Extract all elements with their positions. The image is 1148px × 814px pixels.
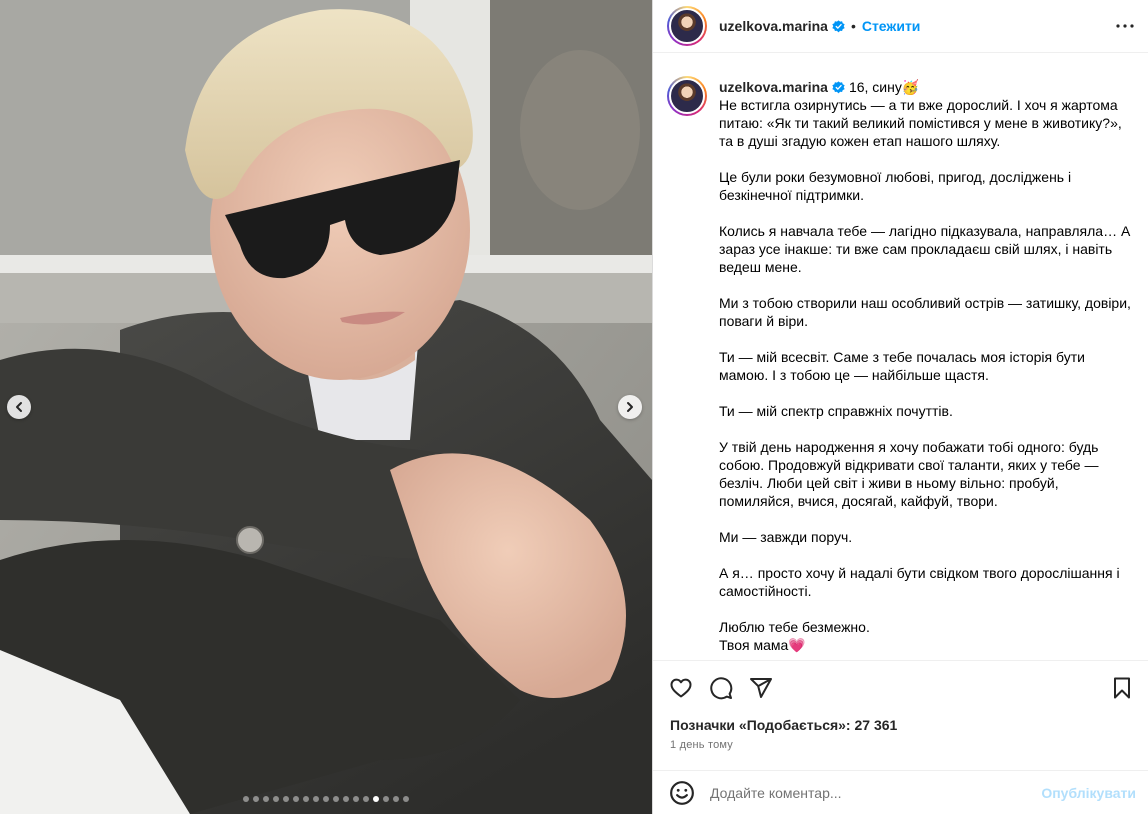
post-media[interactable] — [0, 0, 652, 814]
caption-username[interactable]: uzelkova.marina — [719, 79, 828, 95]
post-side-panel: uzelkova.marina • Стежити uzelkova.marin… — [652, 0, 1148, 814]
carousel-dot — [243, 796, 249, 802]
chevron-left-icon — [16, 402, 22, 412]
caption-paragraph: Не встигла озирнутись — а ти вже доросли… — [719, 97, 1122, 149]
carousel-dot — [313, 796, 319, 802]
heart-icon[interactable] — [669, 676, 693, 700]
caption-paragraph: У твій день народження я хочу побажати т… — [719, 439, 1099, 509]
caption-paragraph: Ти — мій спектр справжніх почуттів. — [719, 403, 953, 419]
comment-bar: Опублікувати — [653, 770, 1148, 814]
carousel-dot — [353, 796, 359, 802]
carousel-dot — [373, 796, 379, 802]
carousel-dot — [293, 796, 299, 802]
caption-paragraph: Ми — завжди поруч. — [719, 529, 853, 545]
more-horizontal-icon[interactable] — [1116, 24, 1134, 28]
chevron-right-icon — [627, 402, 633, 412]
carousel-dot — [343, 796, 349, 802]
carousel-dot — [303, 796, 309, 802]
carousel-dot — [283, 796, 289, 802]
post-comment-button[interactable]: Опублікувати — [1041, 785, 1136, 801]
carousel-dot — [263, 796, 269, 802]
carousel-dot — [273, 796, 279, 802]
likes-count[interactable]: Позначки «Подобається»: 27 361 — [670, 717, 897, 733]
carousel-dot — [383, 796, 389, 802]
verified-badge-icon — [832, 19, 845, 33]
divider — [653, 660, 1148, 661]
carousel-dot — [393, 796, 399, 802]
caption-paragraph: Це були роки безумовної любові, пригод, … — [719, 169, 1072, 203]
caption-paragraph: А я… просто хочу й надалі бути свідком т… — [719, 565, 1120, 599]
carousel-next-button[interactable] — [618, 395, 642, 419]
carousel-dot — [403, 796, 409, 802]
post-photo — [0, 0, 652, 814]
carousel-indicator — [0, 796, 652, 802]
carousel-dot — [323, 796, 329, 802]
caption-paragraph: Ти — мій всесвіт. Саме з тебе почалась м… — [719, 349, 1085, 383]
carousel-dot — [333, 796, 339, 802]
comment-bubble-icon[interactable] — [709, 676, 733, 700]
carousel-dot — [253, 796, 259, 802]
caption-paragraph: Колись я навчала тебе — лагідно підказув… — [719, 223, 1131, 275]
follow-button[interactable]: Стежити — [862, 18, 921, 34]
carousel-dot — [363, 796, 369, 802]
smiley-icon[interactable] — [669, 780, 695, 806]
caption-text: uzelkova.marina 16, сину🥳 Не встигла озир… — [719, 74, 1136, 660]
action-bar — [669, 674, 1134, 702]
caption-title: 16, сину🥳 — [848, 79, 920, 95]
caption-avatar[interactable] — [667, 76, 707, 116]
post-timestamp[interactable]: 1 день тому — [670, 739, 733, 751]
header-separator: • — [850, 18, 856, 34]
carousel-prev-button[interactable] — [7, 395, 31, 419]
paper-plane-icon[interactable] — [749, 676, 773, 700]
caption-paragraph: Ми з тобою створили наш особливий острів… — [719, 295, 1131, 329]
comment-input[interactable] — [710, 784, 1042, 801]
caption-paragraph: Люблю тебе безмежно. Твоя мама💗 — [719, 619, 870, 653]
bookmark-icon[interactable] — [1110, 676, 1134, 700]
post-header: uzelkova.marina • Стежити — [653, 0, 1148, 53]
verified-badge-icon — [832, 81, 845, 94]
avatar[interactable] — [667, 6, 707, 46]
caption-area[interactable]: uzelkova.marina 16, сину🥳 Не встигла озир… — [653, 60, 1148, 660]
header-username[interactable]: uzelkova.marina — [719, 18, 828, 34]
